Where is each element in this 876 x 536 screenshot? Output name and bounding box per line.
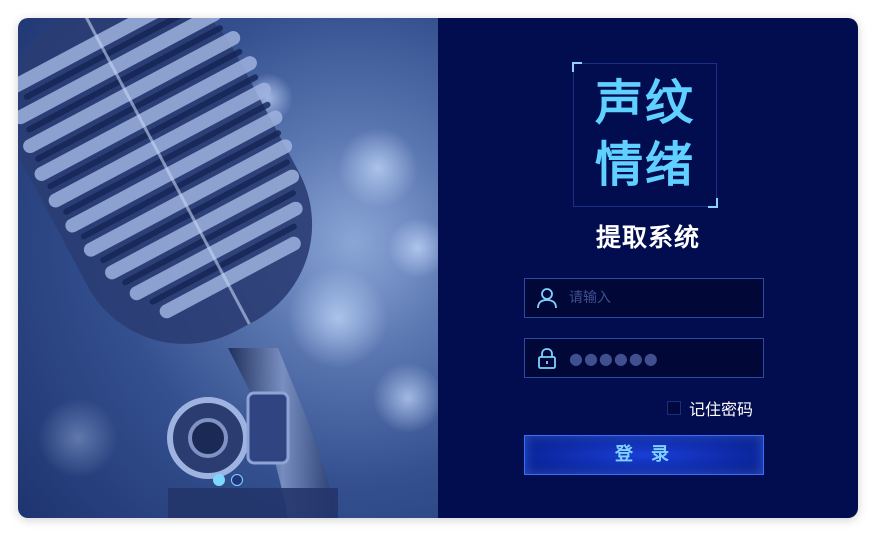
app-subtitle: 提取系统 (595, 223, 700, 252)
logo-corner-top-left (572, 62, 582, 72)
carousel-dot-1[interactable] (213, 474, 225, 486)
remember-label: 记住密码 (689, 400, 754, 419)
user-icon (525, 279, 569, 317)
logo-corner-bottom-right (708, 198, 718, 208)
password-field[interactable]: ●●●●●● (524, 338, 764, 378)
remember-password[interactable]: 记住密码 (667, 396, 753, 420)
password-input[interactable]: ●●●●●● (569, 349, 763, 368)
logo-text-line-2: 情绪 (594, 137, 695, 193)
remember-checkbox[interactable] (667, 401, 681, 415)
login-panel: 声纹 情绪 提取系统 ●●●●●● (438, 18, 858, 518)
app-logo: 声纹 情绪 (572, 62, 718, 208)
username-field[interactable] (524, 278, 764, 318)
microphone-illustration (18, 18, 438, 518)
lock-icon (525, 339, 569, 377)
carousel-dot-2[interactable] (231, 474, 243, 486)
username-input[interactable] (569, 280, 763, 316)
login-button[interactable]: 登录 (524, 435, 764, 475)
login-card: 声纹 情绪 提取系统 ●●●●●● (18, 18, 858, 518)
logo-text-line-1: 声纹 (594, 75, 695, 131)
microphone-hero-image (18, 18, 438, 518)
carousel-indicators (213, 474, 243, 486)
